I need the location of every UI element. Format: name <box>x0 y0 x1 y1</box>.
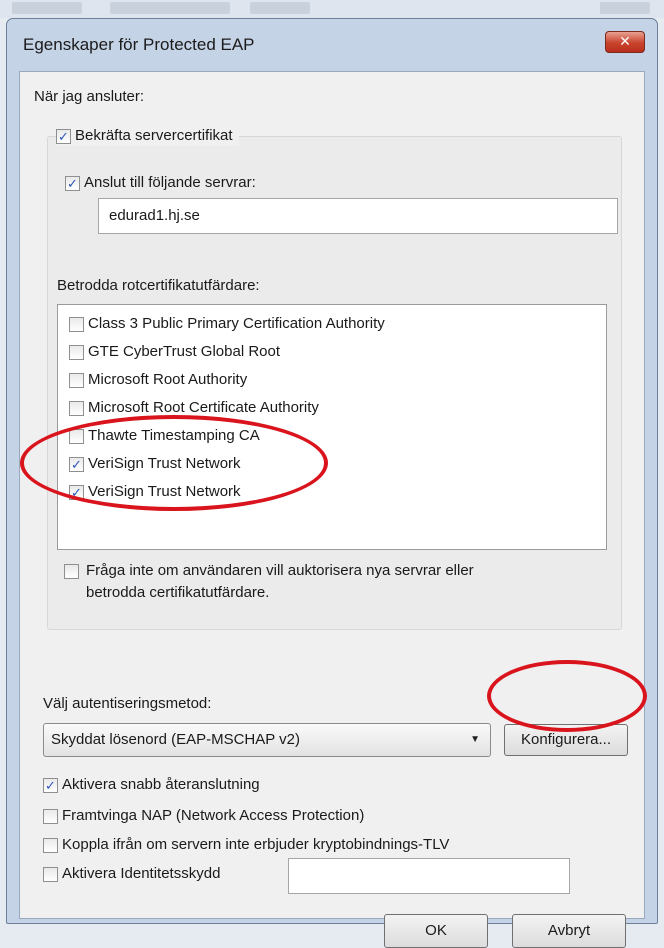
cancel-button[interactable]: Avbryt <box>512 914 626 948</box>
auth-method-label: Välj autentiseringsmetod: <box>43 695 212 712</box>
background-window-strip <box>0 0 664 18</box>
server-names-input[interactable]: edurad1.hj.se <box>98 198 618 234</box>
identity-privacy-input[interactable] <box>288 858 570 894</box>
connect-servers-checkbox[interactable]: ✓ Anslut till följande servrar: <box>65 173 256 193</box>
connect-servers-check[interactable]: ✓ <box>65 175 80 191</box>
enforce-nap-checkbox[interactable]: Framtvinga NAP (Network Access Protectio… <box>43 806 364 826</box>
highlight-circle-configure <box>487 660 647 732</box>
list-item[interactable]: Microsoft Root Authority <box>69 370 247 390</box>
verify-cert-checkbox[interactable]: ✓ Bekräfta servercertifikat <box>56 126 239 147</box>
verify-cert-check[interactable]: ✓ <box>56 128 71 144</box>
list-item[interactable]: Class 3 Public Primary Certification Aut… <box>69 314 385 334</box>
enforce-nap-check[interactable] <box>43 808 58 824</box>
chevron-down-icon: ▼ <box>470 734 480 745</box>
ca-checkbox[interactable] <box>69 316 84 332</box>
identity-privacy-checkbox[interactable]: Aktivera Identitetsskydd <box>43 864 220 884</box>
fast-reconnect-checkbox[interactable]: ✓ Aktivera snabb återanslutning <box>43 775 260 795</box>
dont-prompt-label-line2: betrodda certifikatutfärdare. <box>86 584 270 601</box>
ok-button[interactable]: OK <box>384 914 488 948</box>
background-blur <box>12 2 82 14</box>
identity-privacy-check[interactable] <box>43 866 58 882</box>
dont-prompt-checkbox[interactable]: Fråga inte om användaren vill auktoriser… <box>64 560 474 604</box>
list-item[interactable]: GTE CyberTrust Global Root <box>69 342 280 362</box>
auth-method-dropdown[interactable]: Skyddat lösenord (EAP-MSCHAP v2) ▼ <box>43 723 491 757</box>
dont-prompt-check[interactable] <box>64 564 79 579</box>
highlight-circle-verisign <box>20 415 328 511</box>
disconnect-tlv-checkbox[interactable]: Koppla ifrån om servern inte erbjuder kr… <box>43 835 449 855</box>
ca-checkbox[interactable] <box>69 400 84 416</box>
connect-label: När jag ansluter: <box>34 88 145 105</box>
dont-prompt-label-line1: Fråga inte om användaren vill auktoriser… <box>86 562 474 579</box>
trusted-ca-label: Betrodda rotcertifikatutfärdare: <box>57 277 260 294</box>
background-blur <box>250 2 310 14</box>
dialog-title: Egenskaper för Protected EAP <box>23 35 255 54</box>
ca-checkbox[interactable] <box>69 344 84 360</box>
close-icon: ✕ <box>619 33 631 49</box>
title-bar[interactable]: Egenskaper för Protected EAP ✕ <box>7 19 657 71</box>
background-blur <box>110 2 230 14</box>
background-blur <box>600 2 650 14</box>
auth-method-value: Skyddat lösenord (EAP-MSCHAP v2) <box>51 731 300 748</box>
disconnect-tlv-check[interactable] <box>43 837 58 853</box>
fast-reconnect-check[interactable]: ✓ <box>43 777 58 793</box>
ca-checkbox[interactable] <box>69 372 84 388</box>
close-button[interactable]: ✕ <box>605 31 645 53</box>
